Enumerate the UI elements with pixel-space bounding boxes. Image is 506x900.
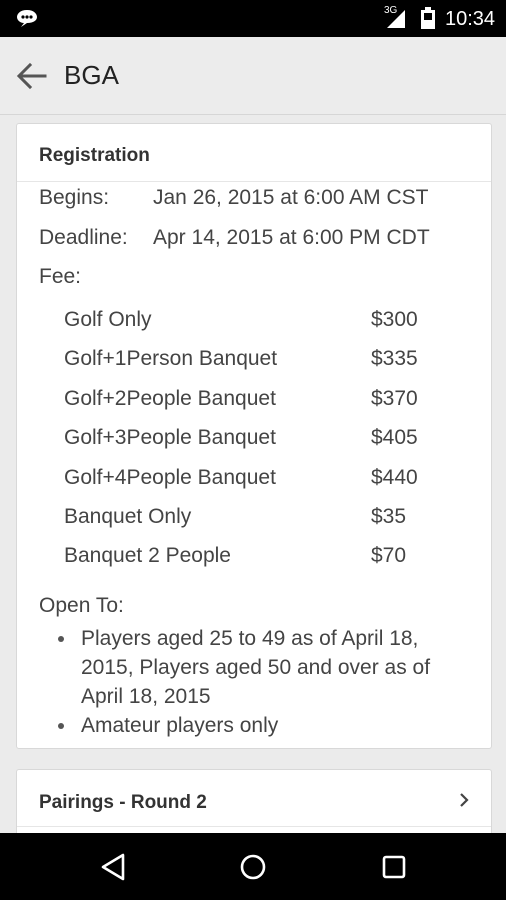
open-to-text: Players aged 25 to 49 as of April 18, 20… [81, 627, 431, 708]
registration-card: Registration Begins: Jan 26, 2015 at 6:0… [16, 123, 492, 749]
fee-name: Golf+4People Banquet [64, 465, 276, 489]
fee-row: Banquet 2 People $70 [64, 536, 454, 575]
fee-table: Golf Only $300 Golf+1Person Banquet $335… [64, 300, 454, 576]
bullet-icon [58, 723, 64, 729]
deadline-value: Apr 14, 2015 at 6:00 PM CDT [153, 226, 430, 249]
signal-icon [387, 10, 405, 28]
open-to-list: Players aged 25 to 49 as of April 18, 20… [55, 624, 475, 740]
bullet-icon [58, 636, 64, 642]
fee-price: $335 [371, 347, 418, 371]
back-arrow-icon[interactable] [14, 59, 48, 93]
pairings-title: Pairings - Round 2 [39, 792, 207, 813]
fee-row: Banquet Only $35 [64, 497, 454, 536]
open-to-label: Open To: [39, 594, 124, 617]
pairings-round-2-item[interactable]: Pairings - Round 2 [17, 770, 491, 827]
fee-row: Golf+1Person Banquet $335 [64, 339, 454, 378]
fee-row: Golf Only $300 [64, 300, 454, 339]
chevron-right-icon [460, 793, 469, 807]
fee-label: Fee: [39, 265, 82, 288]
clock: 10:34 [445, 8, 496, 30]
registration-title: Registration [39, 145, 150, 166]
registration-header: Registration [17, 124, 491, 182]
page-title: BGA [64, 60, 119, 90]
deadline-label: Deadline: [39, 226, 128, 249]
fee-row: Golf+3People Banquet $405 [64, 418, 454, 457]
fee-price: $35 [371, 504, 407, 528]
begins-value: Jan 26, 2015 at 6:00 AM CST [153, 186, 429, 209]
begins-label: Begins: [39, 186, 110, 209]
fee-name: Banquet Only [64, 504, 192, 528]
fee-name: Golf+2People Banquet [64, 386, 276, 410]
fee-name: Golf Only [64, 308, 152, 331]
navigation-bar [0, 833, 506, 900]
fee-price: $440 [371, 465, 418, 489]
list-item: Players aged 25 to 49 as of April 18, 20… [55, 624, 475, 711]
fee-row: Golf+2People Banquet $370 [64, 379, 454, 418]
status-bar: 3G 10:34 [0, 0, 506, 37]
fee-name: Golf+3People Banquet [64, 426, 276, 450]
fee-name: Golf+1Person Banquet [64, 347, 278, 371]
fee-price: $370 [371, 386, 418, 410]
open-to-text: Amateur players only [81, 714, 279, 737]
recents-square-icon[interactable] [377, 850, 411, 884]
home-circle-icon[interactable] [236, 850, 270, 884]
fee-price: $405 [371, 426, 418, 450]
notification-icon [17, 10, 37, 27]
app-bar: BGA [0, 37, 506, 115]
fee-name: Banquet 2 People [64, 544, 231, 568]
battery-icon [421, 7, 435, 29]
list-item: Amateur players only [55, 711, 475, 740]
back-triangle-icon[interactable] [97, 850, 131, 884]
fee-row: Golf+4People Banquet $440 [64, 458, 454, 497]
fee-price: $70 [371, 544, 407, 568]
fee-price: $300 [371, 308, 418, 331]
